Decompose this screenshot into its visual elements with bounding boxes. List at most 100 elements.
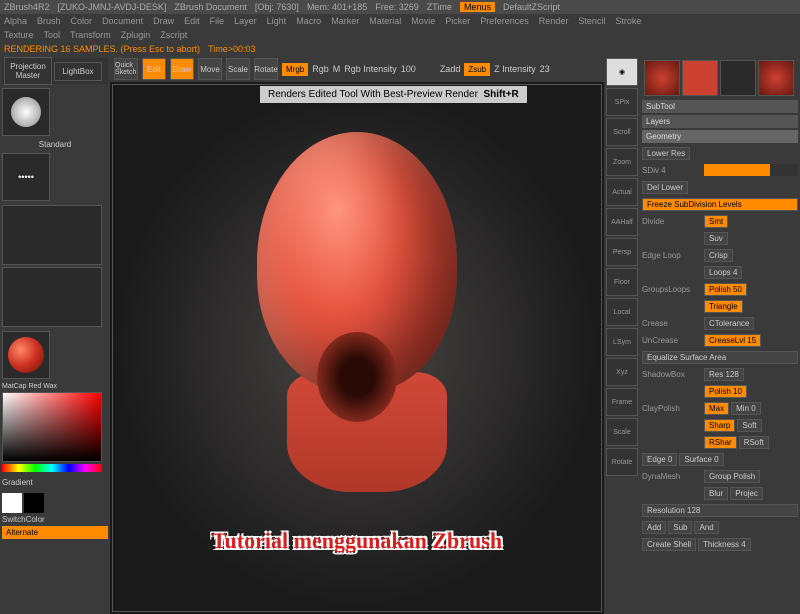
color-picker[interactable] xyxy=(2,392,102,462)
equalize-button[interactable]: Equalize Surface Area xyxy=(642,351,798,364)
divide-button[interactable]: Divide xyxy=(642,217,702,226)
menu-stencil[interactable]: Stencil xyxy=(578,16,605,26)
menu-document[interactable]: Document xyxy=(102,16,143,26)
quicksketch-button[interactable]: Quick Sketch xyxy=(114,58,138,80)
m-button[interactable]: M xyxy=(333,64,341,74)
frame-button[interactable]: Frame xyxy=(606,388,638,416)
polish10-value[interactable]: Polish 10 xyxy=(704,385,747,398)
menu-material[interactable]: Material xyxy=(369,16,401,26)
tool-polymesh[interactable] xyxy=(682,60,718,96)
local-button[interactable]: Local xyxy=(606,298,638,326)
sub-button[interactable]: Sub xyxy=(668,521,692,534)
uncrease-button[interactable]: UnCrease xyxy=(642,336,702,345)
menu-movie[interactable]: Movie xyxy=(411,16,435,26)
sdiv-label[interactable]: SDiv 4 xyxy=(642,166,702,175)
shadowbox-button[interactable]: ShadowBox xyxy=(642,370,702,379)
lightbox-button[interactable]: LightBox xyxy=(54,62,102,81)
menu-transform[interactable]: Transform xyxy=(70,30,111,40)
sdiv-slider[interactable] xyxy=(704,164,798,176)
rsoft-button[interactable]: RSoft xyxy=(739,436,769,449)
menu-file[interactable]: File xyxy=(210,16,225,26)
mrgb-button[interactable]: Mrgb xyxy=(282,63,308,76)
hue-strip[interactable] xyxy=(2,464,102,472)
menu-stroke[interactable]: Stroke xyxy=(615,16,641,26)
spix-button[interactable]: SPix xyxy=(606,88,638,116)
menu-alpha[interactable]: Alpha xyxy=(4,16,27,26)
menu-macro[interactable]: Macro xyxy=(296,16,321,26)
rotate-tool-button[interactable]: Rotate xyxy=(606,448,638,476)
thickness-value[interactable]: Thickness 4 xyxy=(698,538,751,551)
menu-brush[interactable]: Brush xyxy=(37,16,61,26)
ctolerance-button[interactable]: CTolerance xyxy=(704,317,754,330)
smt-button[interactable]: Smt xyxy=(704,215,728,228)
polish-value[interactable]: Polish 50 xyxy=(704,283,747,296)
lsym-button[interactable]: LSym xyxy=(606,328,638,356)
soft-button[interactable]: Soft xyxy=(737,419,761,432)
dynamesh-button[interactable]: DynaMesh xyxy=(642,472,702,481)
lower-res-button[interactable]: Lower Res xyxy=(642,147,690,160)
createshell-button[interactable]: Create Shell xyxy=(642,538,696,551)
creaselvl-value[interactable]: CreaseLvl 15 xyxy=(704,334,761,347)
bpr-button[interactable]: ◉ xyxy=(606,58,638,86)
rgb-button[interactable]: Rgb xyxy=(312,64,329,74)
xyz-button[interactable]: Xyz xyxy=(606,358,638,386)
tool-creature[interactable] xyxy=(644,60,680,96)
aahalf-button[interactable]: AAHalf xyxy=(606,208,638,236)
res128-value[interactable]: Res 128 xyxy=(704,368,744,381)
menu-color[interactable]: Color xyxy=(71,16,93,26)
geometry-header[interactable]: Geometry xyxy=(642,130,798,143)
menu-zplugin[interactable]: Zplugin xyxy=(121,30,151,40)
crease-button[interactable]: Crease xyxy=(642,319,702,328)
move-button[interactable]: Move xyxy=(198,58,222,80)
freeze-button[interactable]: Freeze SubDivision Levels xyxy=(642,198,798,211)
color-black[interactable] xyxy=(24,493,44,513)
surface0-button[interactable]: Surface 0 xyxy=(679,453,723,466)
scale-tool-button[interactable]: Scale xyxy=(606,418,638,446)
del-lower-button[interactable]: Del Lower xyxy=(642,181,688,194)
suv-button[interactable]: Suv xyxy=(704,232,728,245)
zscript-label[interactable]: DefaultZScript xyxy=(503,2,560,12)
sharp-button[interactable]: Sharp xyxy=(704,419,735,432)
claypolish-button[interactable]: ClayPolish xyxy=(642,404,702,413)
projection-master-button[interactable]: Projection Master xyxy=(4,57,52,85)
rshar-button[interactable]: RShar xyxy=(704,436,737,449)
menu-tool[interactable]: Tool xyxy=(44,30,61,40)
menus-button[interactable]: Menus xyxy=(460,2,495,12)
and-button[interactable]: And xyxy=(694,521,718,534)
material-swatch[interactable] xyxy=(2,331,50,379)
menu-preferences[interactable]: Preferences xyxy=(480,16,529,26)
alpha-swatch[interactable] xyxy=(2,205,102,265)
crisp-button[interactable]: Crisp xyxy=(704,249,733,262)
tool-creature2[interactable] xyxy=(758,60,794,96)
scale-button[interactable]: Scale xyxy=(226,58,250,80)
resolution-value[interactable]: Resolution 128 xyxy=(642,504,798,517)
scroll-button[interactable]: Scroll xyxy=(606,118,638,146)
min-button[interactable]: Min 0 xyxy=(731,402,761,415)
max-button[interactable]: Max xyxy=(704,402,729,415)
sculpt-mesh[interactable] xyxy=(217,132,497,512)
menu-draw[interactable]: Draw xyxy=(153,16,174,26)
menu-picker[interactable]: Picker xyxy=(445,16,470,26)
stroke-swatch[interactable]: ••••• xyxy=(2,153,50,201)
rgb-intensity-value[interactable]: 100 xyxy=(401,64,416,74)
edit-button[interactable]: Edit xyxy=(142,58,166,80)
brush-swatch[interactable] xyxy=(2,88,50,136)
grouppolish-button[interactable]: Group Polish xyxy=(704,470,760,483)
edge0-button[interactable]: Edge 0 xyxy=(642,453,677,466)
menu-marker[interactable]: Marker xyxy=(331,16,359,26)
switchcolor-button[interactable]: SwitchColor xyxy=(2,515,108,524)
color-white[interactable] xyxy=(2,493,22,513)
menu-light[interactable]: Light xyxy=(267,16,287,26)
groupsloops-button[interactable]: GroupsLoops xyxy=(642,285,702,294)
rotate-button[interactable]: Rotate xyxy=(254,58,278,80)
menu-zscript[interactable]: Zscript xyxy=(160,30,187,40)
draw-button[interactable]: Draw xyxy=(170,58,194,80)
floor-button[interactable]: Floor xyxy=(606,268,638,296)
project-button[interactable]: Projec xyxy=(730,487,763,500)
subtool-header[interactable]: SubTool xyxy=(642,100,798,113)
menu-render[interactable]: Render xyxy=(539,16,569,26)
edgeloop-button[interactable]: Edge Loop xyxy=(642,251,702,260)
zoom-button[interactable]: Zoom xyxy=(606,148,638,176)
z-intensity-value[interactable]: 23 xyxy=(540,64,550,74)
layers-header[interactable]: Layers xyxy=(642,115,798,128)
